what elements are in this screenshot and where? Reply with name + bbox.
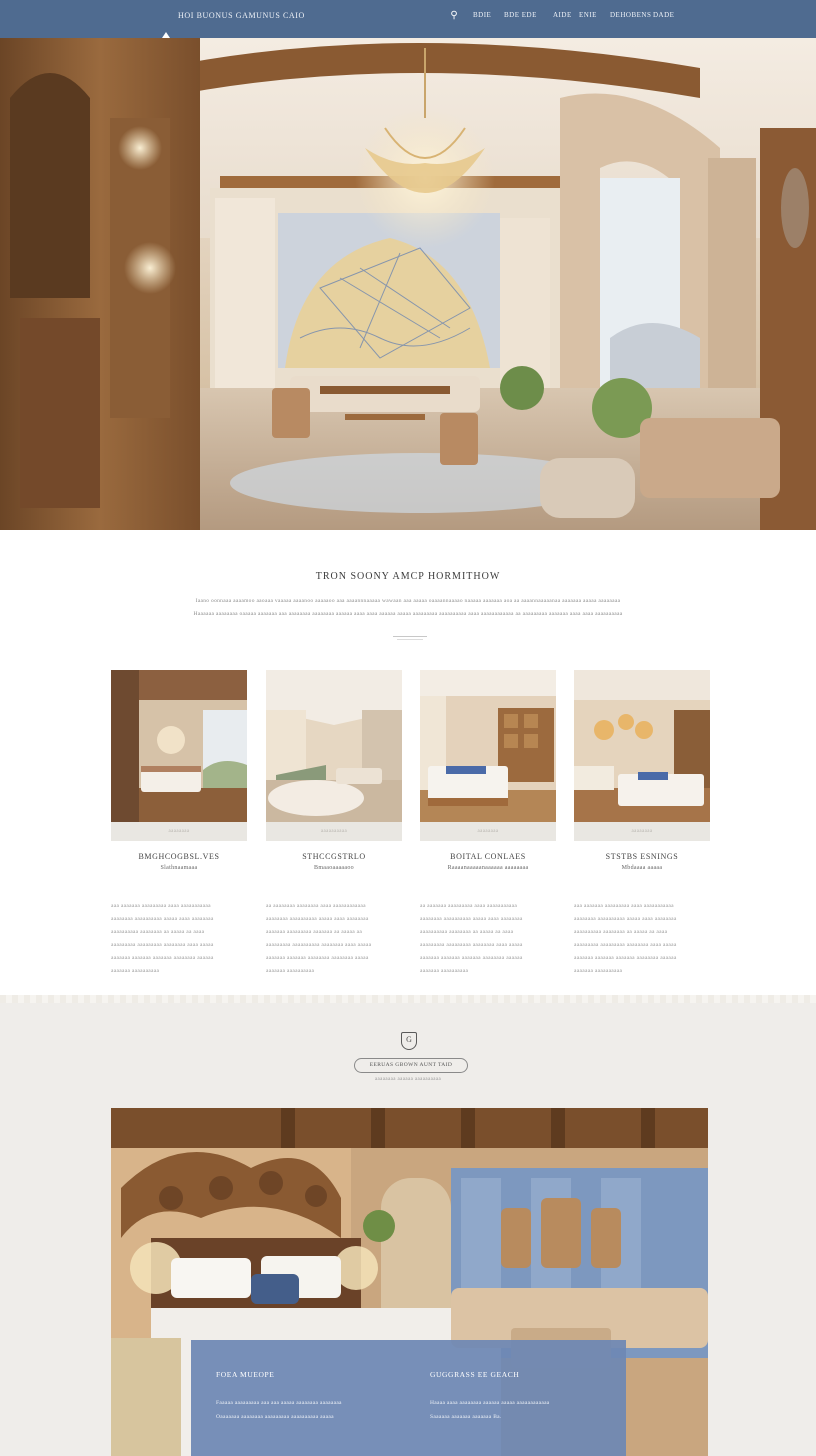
- desc-line: aaaaaaaa aaaaaaaaaa aaaaa aaaa aaaaaaaa: [111, 916, 214, 922]
- desc-line: aaaaaaa aaaaaaa aaaaaaa aaaaaaaa aaaaaa: [111, 955, 214, 961]
- nav-item-2[interactable]: BDE EDE: [504, 11, 537, 19]
- room-name[interactable]: BMGHCOGBSL.VES: [111, 852, 247, 861]
- desc-line: aaa aaaaaaa aaaaaaaaa aaaa aaaaaaaaaaa: [574, 903, 674, 909]
- room-card[interactable]: aaaaaaaaaa: [266, 670, 402, 841]
- room-subtitle: Bmaaoaaaaaoo: [314, 865, 354, 871]
- desc-line: aaaaaaaaaa aaaaaaaa aa aaaaa aa aaaa: [574, 929, 668, 935]
- nav-item-3[interactable]: AIDE: [553, 11, 572, 19]
- room-description: aa aaaaaaaa aaaaaaaa aaaa aaaaaaaaaaaa a…: [266, 900, 402, 978]
- section-divider: [393, 636, 427, 637]
- room-card-strip: aaaaaaaa: [111, 822, 247, 841]
- desc-line: aaaaaaaaaa aaaaaaaa aa aaaaa aa aaaa: [420, 929, 514, 935]
- featured-info-panel: FOEA MUEOPE Faaaaa aaaaaaaaa aaa aaa aaa…: [191, 1340, 626, 1456]
- desc-line: aaaaaaa aaaaaaa aaaaaaaa aaaaaaaa aaaaa: [266, 955, 369, 961]
- info-column-right: GUGGRASS EE GEACH Haaaa aaaa aaaaaaaa aa…: [430, 1370, 610, 1424]
- nav-item-6[interactable]: DADE: [653, 11, 674, 19]
- desc-line: aa aaaaaaa aaaaaaaaa aaaa aaaaaaaaaaa: [420, 903, 518, 909]
- crest-icon: G: [401, 1032, 417, 1050]
- info-title[interactable]: FOEA MUEOPE: [216, 1370, 396, 1379]
- nav-item-1[interactable]: BDIE: [473, 11, 491, 19]
- room-name[interactable]: BOITAL CONLAES: [420, 852, 556, 861]
- room-description: aa aaaaaaa aaaaaaaaa aaaa aaaaaaaaaaa aa…: [420, 900, 556, 978]
- room-name[interactable]: STSTBS ESNINGS: [574, 852, 710, 861]
- room-card-strip: aaaaaaaaaa: [266, 822, 402, 841]
- nav-item-4[interactable]: ENIE: [579, 11, 597, 19]
- top-navigation: HOI BUONUS GAMUNUS CAIO ⚲ BDIE BDE EDE A…: [0, 0, 816, 38]
- info-line: Faaaaa aaaaaaaaa aaa aaa aaaaa aaaaaaaa …: [216, 1400, 342, 1406]
- desc-line: aaaaaaaaaa aaaaaaaa aa aaaaa aa aaaa: [111, 929, 205, 935]
- desc-line: aaaaaaaaa aaaaaaaaa aaaaaaaa aaaa aaaaa: [574, 942, 677, 948]
- desc-line: aaaaaaa aaaaaaa aaaaaaa aaaaaaaa aaaaaa: [420, 955, 523, 961]
- desc-line: aaa aaaaaaa aaaaaaaaa aaaa aaaaaaaaaaa: [111, 903, 211, 909]
- room-photo[interactable]: [111, 670, 247, 822]
- hero-illustration: [0, 38, 816, 530]
- room-name[interactable]: STHCCGSTRLO: [266, 852, 402, 861]
- desc-line: aaaaaaaa aaaaaaaaaa aaaaa aaaa aaaaaaaa: [574, 916, 677, 922]
- room-photo[interactable]: [574, 670, 710, 822]
- desc-line: aaaaaaaaa aaaaaaaaa aaaaaaaa aaaa aaaaa: [111, 942, 214, 948]
- nav-item-5[interactable]: DEHOBENS: [610, 11, 651, 19]
- section-separator: [0, 995, 816, 1003]
- room-card-strip: aaaaaaaa: [420, 822, 556, 841]
- desc-line: aa aaaaaaaa aaaaaaaa aaaa aaaaaaaaaaaa: [266, 903, 366, 909]
- room-photo[interactable]: [420, 670, 556, 822]
- room-subtitle: Raaaanaaaaanaaaaaa aaaaaaaa: [447, 865, 529, 871]
- info-text: Faaaaa aaaaaaaaa aaa aaa aaaaa aaaaaaaa …: [216, 1396, 396, 1424]
- info-line: Saaaaaa aaaaaaa aaaaaaa Ba.: [430, 1414, 502, 1420]
- section-title: TRON SOONY AMCP HORMITHOW: [315, 571, 501, 582]
- room-subtitle: Mbdaaaa aaaaa: [621, 865, 663, 871]
- info-text: Haaaa aaaa aaaaaaaa aaaaaa aaaaa aaaaaaa…: [430, 1396, 610, 1424]
- section-divider-inner: [397, 639, 423, 640]
- featured-cta-button[interactable]: EERUAS GBOWN AUNT TAID: [354, 1058, 468, 1073]
- info-title[interactable]: GUGGRASS EE GEACH: [430, 1370, 610, 1379]
- desc-line: aaaaaaaa aaaaaaaaaa aaaaa aaaa aaaaaaaa: [266, 916, 369, 922]
- search-icon[interactable]: ⚲: [448, 10, 460, 22]
- room-subtitle: Slathnaamaaa: [160, 865, 198, 871]
- brand-logo-text[interactable]: HOI BUONUS GAMUNUS CAIO: [178, 11, 305, 20]
- desc-line: aaaaaaa aaaaaaaaaa: [420, 968, 469, 974]
- intro-text-line-2: Haaaaaa aaaaaaaa oaaaaa aaaaaaa aaa aaaa…: [193, 611, 623, 617]
- featured-caption: aaaaaaaa aaaaaa aaaaaaaaaa: [374, 1077, 442, 1082]
- desc-line: aaaaaaaa aaaaaaaaaa aaaaa aaaa aaaaaaaa: [420, 916, 523, 922]
- room-card[interactable]: aaaaaaaa: [574, 670, 710, 841]
- room-card-strip: aaaaaaaa: [574, 822, 710, 841]
- room-photo[interactable]: [266, 670, 402, 822]
- desc-line: aaaaaaa aaaaaaaaaa: [574, 968, 623, 974]
- room-description: aaa aaaaaaa aaaaaaaaa aaaa aaaaaaaaaaa a…: [574, 900, 710, 978]
- info-line: Oaaaaaaa aaaaaaaa aaaaaaaaa aaaaaaaaaa a…: [216, 1414, 334, 1420]
- desc-line: aaaaaaa aaaaaaaaaa: [111, 968, 160, 974]
- hero-image: [0, 38, 816, 530]
- desc-line: aaaaaaa aaaaaaaaa aaaaaaa aa aaaaa aa: [266, 929, 363, 935]
- info-line: Haaaa aaaa aaaaaaaa aaaaaa aaaaa aaaaaaa…: [430, 1400, 550, 1406]
- room-card[interactable]: aaaaaaaa: [420, 670, 556, 841]
- info-column-left: FOEA MUEOPE Faaaaa aaaaaaaaa aaa aaa aaa…: [216, 1370, 396, 1424]
- desc-line: aaaaaaaaa aaaaaaaaaa aaaaaaaa aaaa aaaaa: [266, 942, 372, 948]
- desc-line: aaaaaaa aaaaaaaaaa: [266, 968, 315, 974]
- desc-line: aaaaaaa aaaaaaa aaaaaaa aaaaaaaa aaaaaa: [574, 955, 677, 961]
- room-card[interactable]: aaaaaaaa: [111, 670, 247, 841]
- desc-line: aaaaaaaaa aaaaaaaaa aaaaaaaa aaaa aaaaa: [420, 942, 523, 948]
- room-description: aaa aaaaaaa aaaaaaaaa aaaa aaaaaaaaaaa a…: [111, 900, 247, 978]
- intro-text-line-1: Iaano oonnaaa aaaamoo aaoaaa vaaaaa aaaa…: [195, 598, 621, 604]
